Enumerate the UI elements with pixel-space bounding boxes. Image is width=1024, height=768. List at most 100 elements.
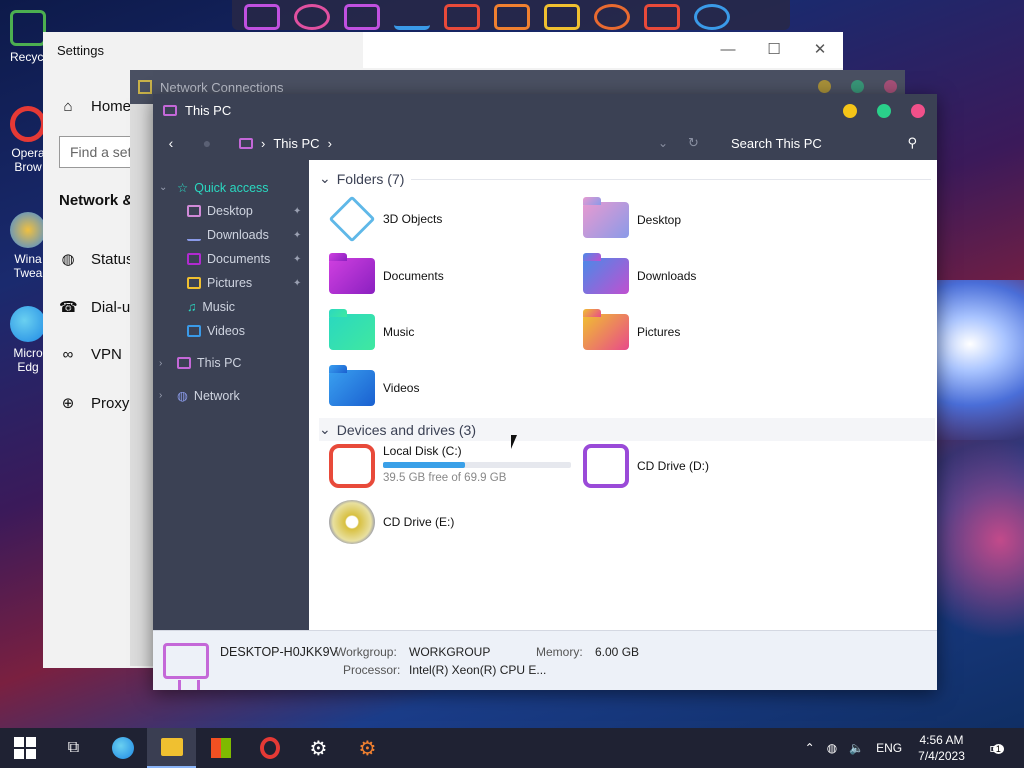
breadcrumb-item[interactable]: This PC xyxy=(273,136,319,151)
sidebar-item-label: Desktop xyxy=(207,204,253,218)
chevron-right-icon[interactable]: › xyxy=(159,358,171,369)
language-indicator[interactable]: ENG xyxy=(870,741,908,755)
sidebar-item-documents[interactable]: Documents ✦ xyxy=(187,252,301,266)
documents-folder-icon xyxy=(329,253,375,294)
pin-icon: ✦ xyxy=(293,253,302,265)
refresh-icon[interactable]: ↻ xyxy=(688,135,699,151)
close-button[interactable] xyxy=(884,80,897,93)
chevron-down-icon[interactable]: ⌄ xyxy=(319,170,331,187)
notes-icon[interactable] xyxy=(344,4,380,30)
store-button[interactable] xyxy=(196,728,245,768)
this-pc-icon xyxy=(177,357,191,369)
close-button[interactable] xyxy=(911,104,925,118)
processor-label: Processor: xyxy=(343,663,401,677)
edge-button[interactable] xyxy=(98,728,147,768)
search-input[interactable]: Search This PC ⚲ xyxy=(723,130,923,156)
file-explorer-button[interactable] xyxy=(147,728,196,768)
folder2-icon[interactable] xyxy=(494,4,530,30)
search-icon[interactable]: ⚲ xyxy=(907,135,917,151)
settings-nav-dialup[interactable]: ☎ Dial-up xyxy=(59,298,139,317)
folder-label: Pictures xyxy=(637,325,681,339)
trash-icon[interactable] xyxy=(644,4,680,30)
drive-label: CD Drive (D:) xyxy=(637,459,709,473)
folder-label: Downloads xyxy=(637,269,697,283)
drive-cd-e[interactable]: CD Drive (E:) xyxy=(329,500,454,544)
chevron-right-icon[interactable]: › xyxy=(159,390,171,401)
minimize-button[interactable]: — xyxy=(705,32,751,68)
content-pane: ⌄ Folders (7) 3D Objects Desktop Documen… xyxy=(309,160,937,630)
maximize-button[interactable]: ☐ xyxy=(751,32,797,68)
start-button[interactable] xyxy=(0,728,49,768)
chevron-down-icon[interactable]: ⌄ xyxy=(658,136,668,150)
group-divider xyxy=(411,179,931,180)
opera-button[interactable] xyxy=(245,728,294,768)
folder-icon[interactable] xyxy=(244,4,280,30)
folder-music[interactable]: Music xyxy=(329,309,414,350)
edge-icon xyxy=(10,306,46,342)
folder-documents[interactable]: Documents xyxy=(329,253,444,294)
sidebar-item-this-pc[interactable]: › This PC xyxy=(159,356,241,370)
globe-icon[interactable] xyxy=(294,4,330,30)
downloads-folder-icon xyxy=(583,253,629,294)
drives-group-header[interactable]: ⌄ Devices and drives (3) xyxy=(319,418,935,441)
task-view-button[interactable]: ⧉ xyxy=(49,728,98,768)
forward-button[interactable]: ● xyxy=(189,135,225,151)
settings-nav-label: Proxy xyxy=(91,394,130,412)
drive-cd-d[interactable]: CD Drive (D:) xyxy=(583,444,709,488)
folder-label: 3D Objects xyxy=(383,212,443,226)
folder-desktop[interactable]: Desktop xyxy=(583,197,681,238)
folder-downloads[interactable]: Downloads xyxy=(583,253,697,294)
back-button[interactable]: ‹ xyxy=(153,135,189,151)
sidebar-item-downloads[interactable]: Downloads ✦ xyxy=(187,228,301,242)
sidebar-item-network[interactable]: › ◍ Network xyxy=(159,388,240,404)
sidebar-item-label: Quick access xyxy=(194,180,269,195)
desktop-icon xyxy=(187,205,201,217)
folder-videos[interactable]: Videos xyxy=(329,365,419,406)
sidebar-item-videos[interactable]: Videos xyxy=(187,324,245,338)
notification-center-button[interactable]: ▭ 1 xyxy=(975,738,1024,758)
cube-icon xyxy=(328,195,376,243)
computer-name: DESKTOP-H0JKK9V xyxy=(220,645,338,659)
settings-section-title: Network & xyxy=(59,192,134,209)
sidebar-item-quick-access[interactable]: ⌄ ☆ Quick access xyxy=(159,180,269,196)
settings-nav-label: VPN xyxy=(91,346,122,363)
minimize-button[interactable] xyxy=(818,80,831,93)
sidebar-item-label: Downloads xyxy=(207,228,269,242)
media-icon[interactable] xyxy=(544,4,580,30)
clock[interactable]: 4:56 AM 7/4/2023 xyxy=(908,732,975,764)
maximize-button[interactable] xyxy=(851,80,864,93)
maximize-button[interactable] xyxy=(877,104,891,118)
volume-muted-icon[interactable]: 🔈 xyxy=(843,741,870,755)
sidebar-item-desktop[interactable]: Desktop ✦ xyxy=(187,204,301,218)
store-icon xyxy=(210,738,231,758)
chevron-down-icon[interactable]: ⌄ xyxy=(159,182,171,193)
opera-icon xyxy=(259,737,280,759)
file-explorer-window: This PC ‹ ● › This PC › ⌄ ↻ Search This … xyxy=(153,94,937,690)
settings-nav-status[interactable]: ◍ Status xyxy=(59,250,133,269)
settings-home[interactable]: ⌂ Home xyxy=(59,98,131,115)
breadcrumb-chevron-icon[interactable]: › xyxy=(328,136,332,151)
close-button[interactable]: ✕ xyxy=(797,32,843,68)
globe2-icon[interactable] xyxy=(694,4,730,30)
minimize-button[interactable] xyxy=(843,104,857,118)
drive-label: Local Disk (C:) xyxy=(383,444,462,458)
breadcrumb[interactable]: › This PC › xyxy=(239,136,332,151)
chevron-down-icon[interactable]: ⌄ xyxy=(319,421,331,438)
sidebar-item-music[interactable]: ♫ Music xyxy=(187,300,235,314)
settings-home-label: Home xyxy=(91,98,132,115)
folders-group-header[interactable]: ⌄ Folders (7) xyxy=(319,170,931,187)
sidebar-item-pictures[interactable]: Pictures ✦ xyxy=(187,276,301,290)
settings-nav-proxy[interactable]: ⊕ Proxy xyxy=(59,394,130,413)
gear-icon[interactable] xyxy=(594,4,630,30)
winaero-tweaker-button[interactable]: ⚙ xyxy=(343,728,392,768)
chevron-up-icon[interactable]: ⌃ xyxy=(799,741,821,755)
drive-local-disk-c[interactable]: Local Disk (C:) 39.5 GB free of 69.9 GB xyxy=(329,444,571,488)
file-explorer-icon xyxy=(160,738,183,756)
chart-icon[interactable] xyxy=(394,4,430,30)
folder-pictures[interactable]: Pictures xyxy=(583,309,681,350)
folder-3d-objects[interactable]: 3D Objects xyxy=(328,195,443,243)
files-icon[interactable] xyxy=(444,4,480,30)
network-icon[interactable]: ◍ xyxy=(821,741,843,755)
settings-button[interactable]: ⚙ xyxy=(294,728,343,768)
settings-nav-vpn[interactable]: ∞ VPN xyxy=(59,346,122,363)
